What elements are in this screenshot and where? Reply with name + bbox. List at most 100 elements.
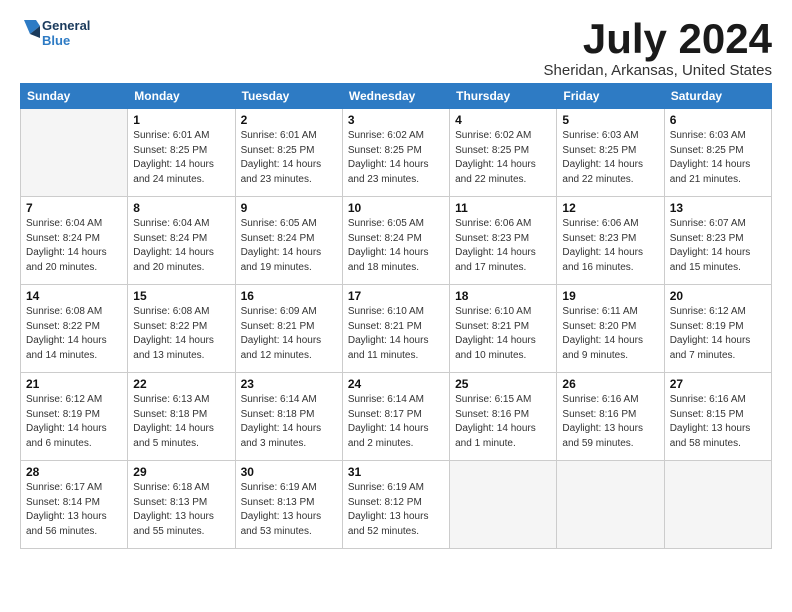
calendar-body: 1 Sunrise: 6:01 AM Sunset: 8:25 PM Daylig… [21,109,772,549]
day-number: 4 [455,113,551,127]
day-info: Sunrise: 6:02 AM Sunset: 8:25 PM Dayligh… [455,129,551,187]
logo: General Blue [20,16,90,52]
calendar-cell: 27Sunrise: 6:16 AM Sunset: 8:15 PM Dayli… [664,373,771,461]
calendar-cell [450,461,557,549]
day-info: Sunrise: 6:01 AM Sunset: 8:25 PM Dayligh… [241,129,337,187]
week-row-4: 28Sunrise: 6:17 AM Sunset: 8:14 PM Dayli… [21,461,772,549]
calendar-cell: 9Sunrise: 6:05 AM Sunset: 8:24 PM Daylig… [235,197,342,285]
day-number: 14 [26,289,122,303]
day-info: Sunrise: 6:14 AM Sunset: 8:18 PM Dayligh… [241,393,337,451]
day-info: Sunrise: 6:08 AM Sunset: 8:22 PM Dayligh… [26,305,122,363]
week-row-0: 1 Sunrise: 6:01 AM Sunset: 8:25 PM Daylig… [21,109,772,197]
calendar-cell: 2 Sunrise: 6:01 AM Sunset: 8:25 PM Daylig… [235,109,342,197]
day-number: 11 [455,201,551,215]
header: General Blue July 2024 Sheridan, Arkansa… [20,16,772,79]
day-number: 30 [241,465,337,479]
day-info: Sunrise: 6:05 AM Sunset: 8:24 PM Dayligh… [348,217,444,275]
day-number: 16 [241,289,337,303]
day-info: Sunrise: 6:10 AM Sunset: 8:21 PM Dayligh… [348,305,444,363]
calendar-cell: 30 Sunrise: 6:19 AM Sunset: 8:13 PM Dayli… [235,461,342,549]
day-number: 10 [348,201,444,215]
calendar-cell: 12 Sunrise: 6:06 AM Sunset: 8:23 PM Dayli… [557,197,664,285]
day-info: Sunrise: 6:19 AM Sunset: 8:13 PM Dayligh… [241,481,337,539]
day-number: 8 [133,201,229,215]
calendar-cell [557,461,664,549]
calendar-cell: 19 Sunrise: 6:11 AM Sunset: 8:20 PM Dayli… [557,285,664,373]
month-title: July 2024 [544,16,772,62]
day-info: Sunrise: 6:19 AM Sunset: 8:12 PM Dayligh… [348,481,444,539]
calendar-cell: 31 Sunrise: 6:19 AM Sunset: 8:12 PM Dayli… [342,461,449,549]
day-number: 21 [26,377,122,391]
calendar-cell: 28Sunrise: 6:17 AM Sunset: 8:14 PM Dayli… [21,461,128,549]
day-number: 27 [670,377,766,391]
calendar-cell: 16 Sunrise: 6:09 AM Sunset: 8:21 PM Dayli… [235,285,342,373]
calendar-header: Sunday Monday Tuesday Wednesday Thursday… [21,84,772,109]
calendar-cell: 17Sunrise: 6:10 AM Sunset: 8:21 PM Dayli… [342,285,449,373]
day-info: Sunrise: 6:06 AM Sunset: 8:23 PM Dayligh… [455,217,551,275]
day-info: Sunrise: 6:13 AM Sunset: 8:18 PM Dayligh… [133,393,229,451]
header-row: Sunday Monday Tuesday Wednesday Thursday… [21,84,772,109]
day-number: 2 [241,113,337,127]
day-info: Sunrise: 6:12 AM Sunset: 8:19 PM Dayligh… [670,305,766,363]
day-number: 24 [348,377,444,391]
calendar-cell: 13 Sunrise: 6:07 AM Sunset: 8:23 PM Dayli… [664,197,771,285]
day-number: 1 [133,113,229,127]
col-saturday: Saturday [664,84,771,109]
day-number: 12 [562,201,658,215]
day-info: Sunrise: 6:06 AM Sunset: 8:23 PM Dayligh… [562,217,658,275]
day-info: Sunrise: 6:09 AM Sunset: 8:21 PM Dayligh… [241,305,337,363]
day-info: Sunrise: 6:04 AM Sunset: 8:24 PM Dayligh… [133,217,229,275]
calendar-cell: 20Sunrise: 6:12 AM Sunset: 8:19 PM Dayli… [664,285,771,373]
logo-text: General Blue [42,19,90,49]
calendar-cell [664,461,771,549]
calendar-cell: 23 Sunrise: 6:14 AM Sunset: 8:18 PM Dayli… [235,373,342,461]
calendar-cell: 29 Sunrise: 6:18 AM Sunset: 8:13 PM Dayli… [128,461,235,549]
day-number: 3 [348,113,444,127]
col-monday: Monday [128,84,235,109]
day-number: 13 [670,201,766,215]
day-number: 23 [241,377,337,391]
day-info: Sunrise: 6:11 AM Sunset: 8:20 PM Dayligh… [562,305,658,363]
day-info: Sunrise: 6:07 AM Sunset: 8:23 PM Dayligh… [670,217,766,275]
day-info: Sunrise: 6:08 AM Sunset: 8:22 PM Dayligh… [133,305,229,363]
calendar-cell: 24 Sunrise: 6:14 AM Sunset: 8:17 PM Dayli… [342,373,449,461]
day-number: 26 [562,377,658,391]
calendar-cell: 22Sunrise: 6:13 AM Sunset: 8:18 PM Dayli… [128,373,235,461]
calendar-cell: 7Sunrise: 6:04 AM Sunset: 8:24 PM Daylig… [21,197,128,285]
col-friday: Friday [557,84,664,109]
calendar-cell: 11 Sunrise: 6:06 AM Sunset: 8:23 PM Dayli… [450,197,557,285]
col-thursday: Thursday [450,84,557,109]
week-row-3: 21 Sunrise: 6:12 AM Sunset: 8:19 PM Dayli… [21,373,772,461]
day-info: Sunrise: 6:17 AM Sunset: 8:14 PM Dayligh… [26,481,122,539]
col-wednesday: Wednesday [342,84,449,109]
col-sunday: Sunday [21,84,128,109]
col-tuesday: Tuesday [235,84,342,109]
calendar-cell: 6Sunrise: 6:03 AM Sunset: 8:25 PM Daylig… [664,109,771,197]
logo-general: General [42,19,90,34]
logo-container: General Blue [20,16,90,52]
calendar-cell: 8 Sunrise: 6:04 AM Sunset: 8:24 PM Daylig… [128,197,235,285]
day-info: Sunrise: 6:12 AM Sunset: 8:19 PM Dayligh… [26,393,122,451]
day-number: 5 [562,113,658,127]
calendar-cell: 18Sunrise: 6:10 AM Sunset: 8:21 PM Dayli… [450,285,557,373]
day-info: Sunrise: 6:04 AM Sunset: 8:24 PM Dayligh… [26,217,122,275]
day-info: Sunrise: 6:14 AM Sunset: 8:17 PM Dayligh… [348,393,444,451]
calendar-cell: 5Sunrise: 6:03 AM Sunset: 8:25 PM Daylig… [557,109,664,197]
page: General Blue July 2024 Sheridan, Arkansa… [0,0,792,559]
week-row-1: 7Sunrise: 6:04 AM Sunset: 8:24 PM Daylig… [21,197,772,285]
day-number: 31 [348,465,444,479]
logo-blue: Blue [42,34,90,49]
day-info: Sunrise: 6:18 AM Sunset: 8:13 PM Dayligh… [133,481,229,539]
calendar-cell: 21 Sunrise: 6:12 AM Sunset: 8:19 PM Dayli… [21,373,128,461]
day-number: 6 [670,113,766,127]
day-number: 25 [455,377,551,391]
day-info: Sunrise: 6:10 AM Sunset: 8:21 PM Dayligh… [455,305,551,363]
title-block: July 2024 Sheridan, Arkansas, United Sta… [544,16,772,79]
calendar-table: Sunday Monday Tuesday Wednesday Thursday… [20,83,772,549]
calendar-cell: 4 Sunrise: 6:02 AM Sunset: 8:25 PM Daylig… [450,109,557,197]
day-number: 29 [133,465,229,479]
day-number: 9 [241,201,337,215]
day-info: Sunrise: 6:16 AM Sunset: 8:16 PM Dayligh… [562,393,658,451]
calendar-cell: 25Sunrise: 6:15 AM Sunset: 8:16 PM Dayli… [450,373,557,461]
day-number: 19 [562,289,658,303]
